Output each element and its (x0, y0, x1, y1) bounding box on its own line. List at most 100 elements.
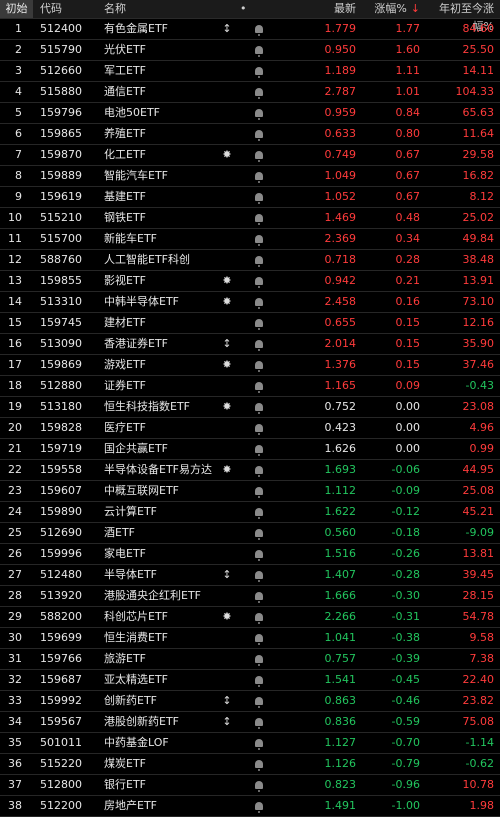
alert-bell-icon[interactable] (252, 544, 266, 564)
alert-bell-icon[interactable] (252, 187, 266, 207)
table-row[interactable]: 35 501011 中药基金LOF 1.127 -0.70 -1.14 (0, 733, 500, 754)
alert-bell-icon[interactable] (252, 502, 266, 522)
table-row[interactable]: 8 159889 智能汽车ETF 1.049 0.67 16.82 (0, 166, 500, 187)
fund-name: 酒ETF (104, 526, 135, 539)
alert-bell-icon[interactable] (252, 145, 266, 165)
alert-bell-icon[interactable] (252, 397, 266, 417)
alert-bell-icon[interactable] (252, 733, 266, 753)
alert-bell-icon[interactable] (252, 229, 266, 249)
table-row[interactable]: 38 512200 房地产ETF 1.491 -1.00 1.98 (0, 796, 500, 817)
alert-bell-icon[interactable] (252, 376, 266, 396)
change-percent: 0.84 (395, 106, 421, 119)
alert-bell-icon[interactable] (252, 775, 266, 795)
alert-bell-icon[interactable] (252, 124, 266, 144)
alert-bell-icon[interactable] (252, 334, 266, 354)
alert-bell-icon[interactable] (252, 691, 266, 711)
fund-code: 515700 (40, 232, 82, 245)
table-row[interactable]: 27 512480 半导体ETF ↕ 1.407 -0.28 39.45 (0, 565, 500, 586)
alert-bell-icon[interactable] (252, 712, 266, 732)
alert-bell-icon[interactable] (252, 523, 266, 543)
bell-icon (255, 739, 263, 750)
table-row[interactable]: 15 159745 建材ETF 0.655 0.15 12.16 (0, 313, 500, 334)
alert-bell-icon[interactable] (252, 481, 266, 501)
table-row[interactable]: 9 159619 基建ETF 1.052 0.67 8.12 (0, 187, 500, 208)
table-row[interactable]: 28 513920 港股通央企红利ETF 1.666 -0.30 28.15 (0, 586, 500, 607)
alert-bell-icon[interactable] (252, 565, 266, 585)
table-row[interactable]: 16 513090 香港证券ETF ↕ 2.014 0.15 35.90 (0, 334, 500, 355)
alert-bell-icon[interactable] (252, 313, 266, 333)
table-row[interactable]: 3 512660 军工ETF 1.189 1.11 14.11 (0, 61, 500, 82)
alert-bell-icon[interactable] (252, 586, 266, 606)
reset-sort-button[interactable]: 初始 (0, 0, 33, 18)
alert-bell-icon[interactable] (252, 355, 266, 375)
alert-bell-icon[interactable] (252, 460, 266, 480)
table-row[interactable]: 19 513180 恒生科技指数ETF ✸ 0.752 0.00 23.08 (0, 397, 500, 418)
alert-bell-icon[interactable] (252, 796, 266, 816)
table-row[interactable]: 25 512690 酒ETF 0.560 -0.18 -9.09 (0, 523, 500, 544)
marker-icon (222, 439, 232, 459)
table-row[interactable]: 12 588760 人工智能ETF科创 0.718 0.28 38.48 (0, 250, 500, 271)
fund-name: 中药基金LOF (104, 736, 169, 749)
table-row[interactable]: 31 159766 旅游ETF 0.757 -0.39 7.38 (0, 649, 500, 670)
table-row[interactable]: 24 159890 云计算ETF 1.622 -0.12 45.21 (0, 502, 500, 523)
table-row[interactable]: 29 588200 科创芯片ETF ✸ 2.266 -0.31 54.78 (0, 607, 500, 628)
table-row[interactable]: 23 159607 中概互联网ETF 1.112 -0.09 25.08 (0, 481, 500, 502)
alert-bell-icon[interactable] (252, 103, 266, 123)
bell-icon (255, 403, 263, 414)
table-row[interactable]: 33 159992 创新药ETF ↕ 0.863 -0.46 23.82 (0, 691, 500, 712)
row-index: 20 (8, 421, 22, 434)
alert-bell-icon[interactable] (252, 19, 266, 39)
bell-icon (255, 424, 263, 435)
alert-bell-icon[interactable] (252, 271, 266, 291)
ytd-change-percent: 29.58 (462, 148, 495, 161)
ytd-change-percent: 38.48 (462, 253, 495, 266)
alert-bell-icon[interactable] (252, 166, 266, 186)
column-header-ytd-change[interactable]: 年初至今涨幅% (424, 0, 494, 33)
table-row[interactable]: 2 515790 光伏ETF 0.950 1.60 25.50 (0, 40, 500, 61)
alert-bell-icon[interactable] (252, 82, 266, 102)
table-row[interactable]: 26 159996 家电ETF 1.516 -0.26 13.81 (0, 544, 500, 565)
table-row[interactable]: 34 159567 港股创新药ETF ↕ 0.836 -0.59 75.08 (0, 712, 500, 733)
alert-bell-icon[interactable] (252, 628, 266, 648)
bell-icon (255, 634, 263, 645)
column-header-name[interactable]: 名称 (104, 0, 126, 18)
table-row[interactable]: 36 515220 煤炭ETF 1.126 -0.79 -0.62 (0, 754, 500, 775)
bell-icon (255, 445, 263, 456)
column-header-price[interactable]: 最新 (286, 0, 356, 18)
table-row[interactable]: 37 512800 银行ETF 0.823 -0.96 10.78 (0, 775, 500, 796)
table-row[interactable]: 21 159719 国企共赢ETF 1.626 0.00 0.99 (0, 439, 500, 460)
row-index: 9 (15, 190, 22, 203)
table-row[interactable]: 13 159855 影视ETF ✸ 0.942 0.21 13.91 (0, 271, 500, 292)
column-header-change-pct[interactable]: 涨幅% ↓ (356, 0, 420, 18)
alert-bell-icon[interactable] (252, 649, 266, 669)
alert-bell-icon[interactable] (252, 439, 266, 459)
table-row[interactable]: 7 159870 化工ETF ✸ 0.749 0.67 29.58 (0, 145, 500, 166)
table-row[interactable]: 6 159865 养殖ETF 0.633 0.80 11.64 (0, 124, 500, 145)
table-row[interactable]: 10 515210 钢铁ETF 1.469 0.48 25.02 (0, 208, 500, 229)
fund-name: 中概互联网ETF (104, 484, 179, 497)
table-row[interactable]: 32 159687 亚太精选ETF 1.541 -0.45 22.40 (0, 670, 500, 691)
alert-bell-icon[interactable] (252, 208, 266, 228)
alert-bell-icon[interactable] (252, 292, 266, 312)
fund-code: 513920 (40, 589, 82, 602)
column-header-code[interactable]: 代码 (40, 0, 62, 18)
table-row[interactable]: 30 159699 恒生消费ETF 1.041 -0.38 9.58 (0, 628, 500, 649)
alert-bell-icon[interactable] (252, 607, 266, 627)
table-row[interactable]: 18 512880 证券ETF 1.165 0.09 -0.43 (0, 376, 500, 397)
table-row[interactable]: 5 159796 电池50ETF 0.959 0.84 65.63 (0, 103, 500, 124)
table-row[interactable]: 17 159869 游戏ETF ✸ 1.376 0.15 37.46 (0, 355, 500, 376)
alert-bell-icon[interactable] (252, 40, 266, 60)
alert-bell-icon[interactable] (252, 670, 266, 690)
alert-bell-icon[interactable] (252, 754, 266, 774)
alert-bell-icon[interactable] (252, 250, 266, 270)
alert-bell-icon[interactable] (252, 418, 266, 438)
table-row[interactable]: 14 513310 中韩半导体ETF ✸ 2.458 0.16 73.10 (0, 292, 500, 313)
alert-bell-icon[interactable] (252, 61, 266, 81)
table-row[interactable]: 11 515700 新能车ETF 2.369 0.34 49.84 (0, 229, 500, 250)
marker-icon (222, 40, 232, 60)
table-row[interactable]: 22 159558 半导体设备ETF易方达 ✸ 1.693 -0.06 44.9… (0, 460, 500, 481)
change-percent: -0.28 (391, 568, 420, 581)
table-row[interactable]: 1 512400 有色金属ETF ↕ 1.779 1.77 84.60 (0, 19, 500, 40)
table-row[interactable]: 20 159828 医疗ETF 0.423 0.00 4.96 (0, 418, 500, 439)
table-row[interactable]: 4 515880 通信ETF 2.787 1.01 104.33 (0, 82, 500, 103)
